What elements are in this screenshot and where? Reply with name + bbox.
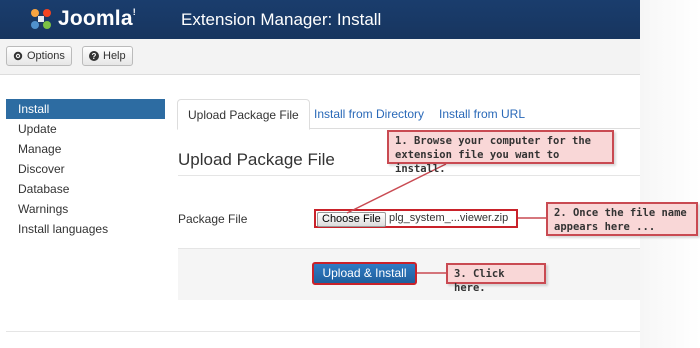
callout-step-2-line-1: 2. Once the file name [554, 207, 687, 219]
callout-step-1-line-2: extension file you want to install. [395, 149, 560, 175]
callout-step-3-text: 3. Click here. [454, 268, 505, 294]
callout-step-2: 2. Once the file name appears here ... [546, 202, 698, 236]
callout-step-1: 1. Browse your computer for the extensio… [387, 130, 614, 175]
callout-step-3: 3. Click here. [446, 263, 546, 294]
callout-step-1-line-1: 1. Browse your computer for the [395, 135, 591, 147]
callout-step-2-line-2: appears here ... [554, 221, 656, 233]
